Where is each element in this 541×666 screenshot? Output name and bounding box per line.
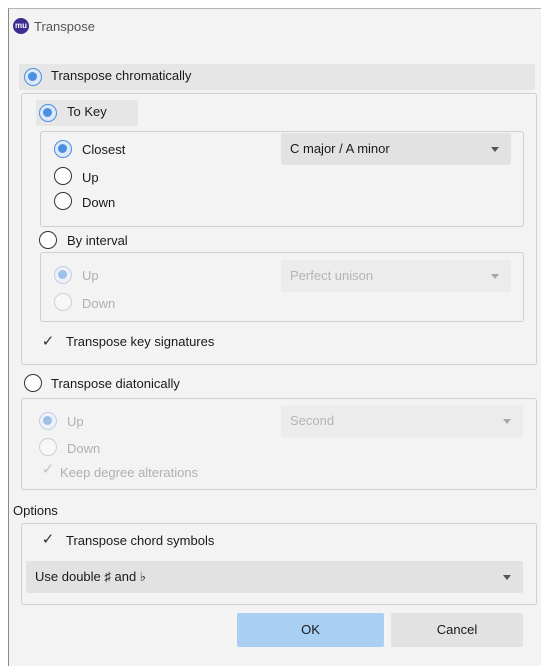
to-key-label: To Key — [67, 104, 107, 119]
chevron-down-icon — [503, 575, 511, 580]
accidentals-select-value: Use double ♯ and ♭ — [35, 569, 146, 584]
up-radio[interactable] — [54, 167, 72, 185]
keep-degree-label: Keep degree alterations — [60, 465, 199, 480]
diatonic-radio[interactable] — [24, 374, 42, 392]
key-select-value: C major / A minor — [290, 141, 390, 156]
key-signatures-label: Transpose key signatures — [66, 334, 215, 349]
chevron-down-icon — [491, 274, 499, 279]
cancel-button[interactable]: Cancel — [391, 613, 523, 647]
chevron-down-icon — [491, 147, 499, 152]
up-label: Up — [82, 170, 99, 185]
by-interval-label: By interval — [67, 233, 128, 248]
chromatic-radio[interactable] — [24, 68, 42, 86]
interval-select-value: Perfect unison — [290, 268, 374, 283]
diatonic-down-radio[interactable] — [39, 438, 57, 456]
chevron-down-icon — [503, 419, 511, 424]
interval-down-label: Down — [82, 296, 116, 311]
closest-label: Closest — [82, 142, 126, 157]
window-title: Transpose — [34, 19, 95, 34]
ok-button[interactable]: OK — [237, 613, 384, 647]
closest-radio[interactable] — [54, 140, 72, 158]
diatonic-up-radio[interactable] — [39, 412, 57, 430]
diatonic-up-label: Up — [67, 414, 84, 429]
interval-down-radio[interactable] — [54, 293, 72, 311]
keep-degree-checkbox[interactable]: ✓ — [39, 461, 57, 479]
to-key-radio[interactable] — [39, 104, 57, 122]
title-bar: mu Transpose › — [9, 9, 541, 39]
key-select[interactable]: C major / A minor — [281, 133, 511, 165]
degree-select-value: Second — [290, 413, 335, 428]
transpose-dialog: mu Transpose › Transpose chromatically T… — [8, 8, 541, 666]
interval-up-radio[interactable] — [54, 266, 72, 284]
degree-select[interactable]: Second — [281, 405, 523, 437]
key-signatures-checkbox[interactable]: ✓ — [39, 333, 57, 351]
chord-symbols-checkbox[interactable]: ✓ — [39, 531, 57, 549]
down-radio[interactable] — [54, 192, 72, 210]
accidentals-select[interactable]: Use double ♯ and ♭ — [26, 561, 523, 593]
chord-symbols-label: Transpose chord symbols — [66, 533, 215, 548]
options-heading: Options — [13, 503, 58, 518]
interval-up-label: Up — [82, 268, 99, 283]
interval-select[interactable]: Perfect unison — [281, 260, 511, 292]
diatonic-label: Transpose diatonically — [51, 376, 180, 391]
musescore-app-icon: mu — [13, 18, 29, 34]
diatonic-down-label: Down — [67, 441, 101, 456]
chromatic-label: Transpose chromatically — [51, 68, 192, 83]
down-label: Down — [82, 195, 116, 210]
by-interval-radio[interactable] — [39, 231, 57, 249]
